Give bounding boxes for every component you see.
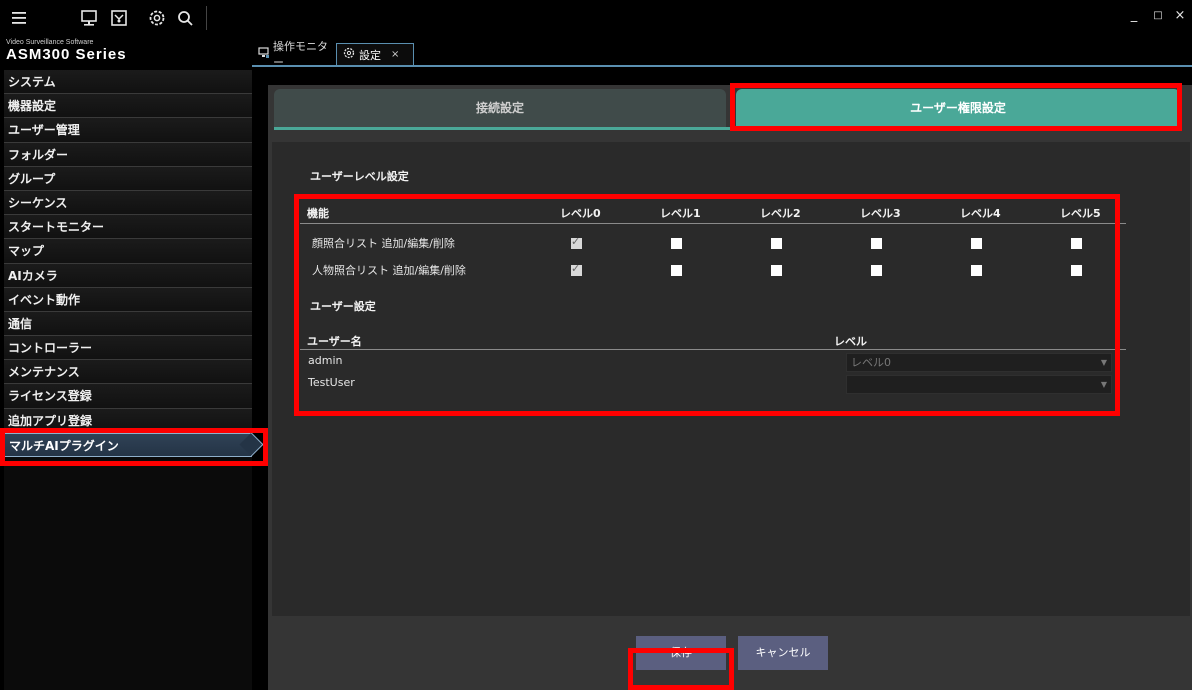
- level-select-testuser[interactable]: ▼: [846, 375, 1112, 394]
- cancel-button[interactable]: キャンセル: [738, 636, 828, 670]
- checkbox-person-list-level3[interactable]: [871, 265, 882, 276]
- subtab-underline: [274, 127, 1180, 130]
- column-header-level0: レベル0: [560, 207, 601, 220]
- column-header-function: 機能: [307, 207, 329, 220]
- checkbox-face-list-level4[interactable]: [971, 238, 982, 249]
- column-header-username: ユーザー名: [307, 335, 362, 348]
- save-button[interactable]: 保存: [636, 636, 726, 670]
- sidebar-item-folder[interactable]: フォルダー: [4, 142, 252, 167]
- user-header-divider: [300, 349, 1126, 350]
- monitor-icon: [258, 46, 270, 62]
- tab-user-permission-settings[interactable]: ユーザー権限設定: [736, 89, 1180, 127]
- checkbox-face-list-level3[interactable]: [871, 238, 882, 249]
- tab-settings[interactable]: 設定 ×: [336, 43, 414, 65]
- column-header-level2: レベル2: [760, 207, 801, 220]
- toolbar-divider: [206, 6, 207, 30]
- tab-underline: [252, 65, 1192, 67]
- sidebar-item-system[interactable]: システム: [4, 70, 252, 95]
- search-icon[interactable]: [174, 7, 196, 29]
- sidebar-item-sequence[interactable]: シーケンス: [4, 190, 252, 216]
- user-settings-title: ユーザー設定: [310, 300, 376, 313]
- chevron-down-icon: ▼: [1100, 380, 1107, 389]
- level-select-admin[interactable]: レベル0 ▼: [846, 353, 1112, 372]
- tab-label: 設定: [359, 48, 381, 62]
- sidebar-item-communication[interactable]: 通信: [4, 311, 252, 337]
- chevron-down-icon: ▼: [1100, 358, 1107, 367]
- minimize-button[interactable]: _: [1124, 6, 1144, 26]
- column-header-level3: レベル3: [860, 207, 901, 220]
- close-window-button[interactable]: ×: [1170, 6, 1190, 26]
- user-level-settings-title: ユーザーレベル設定: [310, 170, 409, 183]
- header-divider: [300, 223, 1126, 224]
- monitor-icon[interactable]: [78, 7, 100, 29]
- sidebar-item-user-management[interactable]: ユーザー管理: [4, 118, 252, 143]
- checkbox-person-list-level1[interactable]: [671, 265, 682, 276]
- gear-icon: [343, 47, 355, 62]
- sidebar-item-event-action[interactable]: イベント動作: [4, 287, 252, 312]
- select-value: レベル0: [851, 356, 891, 369]
- sidebar-item-map[interactable]: マップ: [4, 239, 252, 264]
- sidebar-item-maintenance[interactable]: メンテナンス: [4, 360, 252, 385]
- user-name-testuser: TestUser: [308, 376, 355, 389]
- tab-connection-settings[interactable]: 接続設定: [274, 89, 726, 127]
- checkbox-person-list-level0[interactable]: [571, 262, 582, 276]
- footer-bar: [268, 616, 1192, 690]
- checkbox-person-list-level2[interactable]: [771, 265, 782, 276]
- menu-icon[interactable]: [8, 7, 30, 29]
- map-icon[interactable]: [108, 7, 130, 29]
- checkbox-person-list-level4[interactable]: [971, 265, 982, 276]
- user-name-admin: admin: [308, 354, 343, 367]
- sidebar-item-multi-ai-plugin[interactable]: マルチAIプラグイン: [4, 432, 252, 457]
- checkbox-person-list-level5[interactable]: [1071, 265, 1082, 276]
- sidebar-item-controller[interactable]: コントローラー: [4, 336, 252, 361]
- sidebar-item-additional-app-registration[interactable]: 追加アプリ登録: [4, 408, 252, 433]
- brand-title: ASM300 Series: [6, 46, 127, 63]
- permission-row-label: 顔照合リスト 追加/編集/削除: [312, 237, 455, 250]
- column-header-level4: レベル4: [960, 207, 1001, 220]
- top-toolbar: _ □ ×: [0, 0, 1192, 36]
- tab-operation-monitor[interactable]: 操作モニター: [252, 40, 336, 69]
- column-header-level1: レベル1: [660, 207, 701, 220]
- sidebar-item-start-monitor[interactable]: スタートモニター: [4, 215, 252, 240]
- brand-logo: Video Surveillance Software ASM300 Serie…: [6, 38, 246, 64]
- settings-sidebar: システム 機器設定 ユーザー管理 フォルダー グループ シーケンス スタートモニ…: [4, 70, 252, 690]
- checkbox-face-list-level0[interactable]: [571, 235, 582, 249]
- app-window: _ □ × Video Surveillance Software ASM300…: [0, 0, 1192, 690]
- checkbox-face-list-level1[interactable]: [671, 238, 682, 249]
- checkbox-face-list-level5[interactable]: [1071, 238, 1082, 249]
- checkbox-face-list-level2[interactable]: [771, 238, 782, 249]
- sidebar-item-group[interactable]: グループ: [4, 166, 252, 191]
- sidebar-item-device-settings[interactable]: 機器設定: [4, 94, 252, 119]
- column-header-level5: レベル5: [1060, 207, 1101, 220]
- column-header-level: レベル: [834, 335, 867, 348]
- permission-row-label: 人物照合リスト 追加/編集/削除: [312, 264, 466, 277]
- sidebar-item-license-registration[interactable]: ライセンス登録: [4, 384, 252, 409]
- sidebar-item-ai-camera[interactable]: AIカメラ: [4, 263, 252, 288]
- gear-icon[interactable]: [146, 7, 168, 29]
- maximize-button[interactable]: □: [1148, 6, 1168, 26]
- tab-close-button[interactable]: ×: [391, 49, 399, 60]
